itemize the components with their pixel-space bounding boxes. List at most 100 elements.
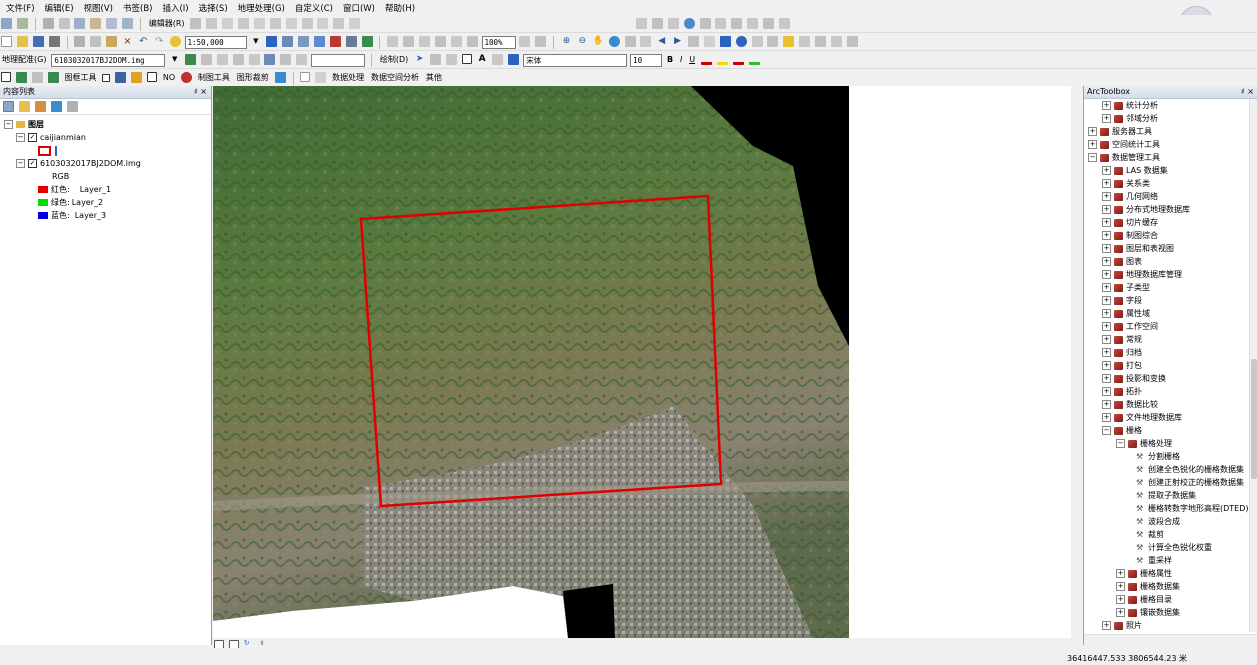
route-icon[interactable] [815,36,826,47]
frame-tools-menu[interactable]: 图框工具 [65,71,97,84]
add-control-points-icon[interactable] [185,54,197,65]
layer-visibility-checkbox[interactable]: ✓ [28,133,37,142]
toolbox-item[interactable]: + 归档 [1102,348,1142,358]
expand-icon[interactable]: + [1102,218,1111,227]
list-by-visibility-icon[interactable] [34,101,46,112]
html-popup-icon[interactable] [751,36,763,47]
toolbox-item[interactable]: + 属性域 [1102,309,1150,319]
toolbox-item[interactable]: + 邻域分析 [1102,114,1158,124]
control-points-icon[interactable] [667,18,679,29]
frame-b-icon[interactable] [47,72,59,83]
map-view[interactable] [213,86,849,638]
chevron-down-icon[interactable]: ▼ [169,54,180,65]
menu-customize[interactable]: 自定义(C) [289,0,337,14]
font-size-combo[interactable]: 10 [630,54,663,67]
toolbox-item[interactable]: ⚒ 波段合成 [1136,517,1180,527]
expand-icon[interactable]: + [1102,621,1111,630]
spatial-analysis-menu[interactable]: 数据空间分析 [371,71,419,84]
toolbox-item[interactable]: + 镶嵌数据集 [1116,608,1180,618]
toolbox-item[interactable]: + 照片 [1102,621,1142,631]
expand-icon[interactable]: + [1102,244,1111,253]
user-tool-icon[interactable] [315,72,327,83]
print-icon[interactable] [48,36,60,47]
toc-window-icon[interactable] [282,36,294,47]
zoom-percent-combo[interactable]: 100% [481,36,516,49]
layer-visibility-checkbox[interactable]: ✓ [28,159,37,168]
undo-icon[interactable]: ↶ [138,36,149,47]
layout-tool-7-icon[interactable] [519,36,531,47]
select-by-graphics-icon[interactable] [688,36,699,47]
menu-window[interactable]: 窗口(W) [337,0,379,14]
no-button[interactable]: NO [163,71,175,84]
snapping-icon[interactable] [349,18,361,29]
menu-view[interactable]: 视图(V) [78,0,117,14]
frame-c-icon[interactable] [147,72,157,82]
forward-icon[interactable]: ▶ [672,36,683,47]
options-icon[interactable] [66,101,78,112]
toolbox-item[interactable]: + 工作空间 [1102,322,1158,332]
expand-icon[interactable]: + [1088,127,1097,136]
back-icon[interactable]: ◀ [656,36,667,47]
full-extent-icon[interactable] [608,36,620,47]
collapse-icon[interactable]: − [1102,426,1111,435]
expand-icon[interactable]: + [1102,387,1111,396]
arctoolbox-icon[interactable] [329,36,341,47]
find-icon[interactable] [106,18,118,29]
line-color-icon[interactable] [732,54,744,65]
expand-icon[interactable]: + [1102,101,1111,110]
select-element-icon[interactable] [719,36,731,47]
expand-icon[interactable]: + [1102,348,1111,357]
menu-file[interactable]: 文件(F) [0,0,39,14]
attributes-icon[interactable] [317,18,329,29]
collapse-icon[interactable]: − [1116,439,1125,448]
toolbox-item[interactable]: + 关系类 [1102,179,1150,189]
straight-segment-icon[interactable] [222,18,234,29]
reshape-icon[interactable] [253,18,265,29]
split-icon[interactable] [285,18,297,29]
shape-clip-menu[interactable]: 图形裁剪 [237,71,269,84]
expand-icon[interactable]: + [1102,114,1111,123]
sketch-properties-icon[interactable] [333,18,345,29]
layout-tool-3-icon[interactable] [419,36,430,47]
rotate-icon[interactable] [301,18,313,29]
fixed-zoom-in-icon[interactable] [624,36,636,47]
blank-tool-icon[interactable] [300,72,311,82]
toolbox-item[interactable]: + 栅格数据集 [1116,582,1180,592]
panel-splitter[interactable] [1071,86,1082,645]
expand-icon[interactable]: + [1102,374,1111,383]
expand-icon[interactable]: + [1102,192,1111,201]
expand-icon[interactable]: + [1102,231,1111,240]
toolbox-item[interactable]: − 数据管理工具 [1088,153,1160,163]
toolbox-item[interactable]: + 字段 [1102,296,1142,306]
toolbox-item[interactable]: − 栅格处理 [1116,439,1172,449]
open-icon[interactable] [16,36,28,47]
expand-icon[interactable]: + [1102,413,1111,422]
drawing-menu[interactable]: 绘制(D) [380,53,408,66]
scroll-thumb[interactable] [1251,359,1257,479]
expand-icon[interactable]: + [1102,400,1111,409]
callout-icon[interactable] [492,54,504,65]
toolbox-item[interactable]: ⚒ 创建正射校正的栅格数据集 [1136,478,1244,488]
measure-icon[interactable] [122,18,133,29]
zoom-whole-page-icon[interactable] [445,54,457,65]
font-icon[interactable] [508,54,520,65]
tool-e-icon[interactable] [763,18,774,29]
chevron-down-icon[interactable]: ▼ [250,36,261,47]
collapse-icon[interactable]: − [16,159,25,168]
menu-select[interactable]: 选择(S) [193,0,232,14]
collapse-icon[interactable]: − [1088,153,1097,162]
pencil-icon[interactable] [131,72,143,83]
search-window-icon[interactable] [313,36,325,47]
layout-tool-4-icon[interactable] [434,36,446,47]
edit-annotation-icon[interactable] [206,18,218,29]
georeferencing-menu[interactable]: 地理配准(G) [2,53,46,66]
toolbox-item[interactable]: + 空间统计工具 [1088,140,1160,150]
hyperlink-icon[interactable] [767,36,779,47]
layout-tool-2-icon[interactable] [403,36,415,47]
layout-tool-5-icon[interactable] [450,36,462,47]
copy-icon[interactable] [90,36,102,47]
toolbox-item[interactable]: + 拓扑 [1102,387,1142,397]
expand-icon[interactable]: + [1102,205,1111,214]
clear-selection-icon[interactable] [703,36,715,47]
text-a-icon[interactable]: A [477,54,488,65]
